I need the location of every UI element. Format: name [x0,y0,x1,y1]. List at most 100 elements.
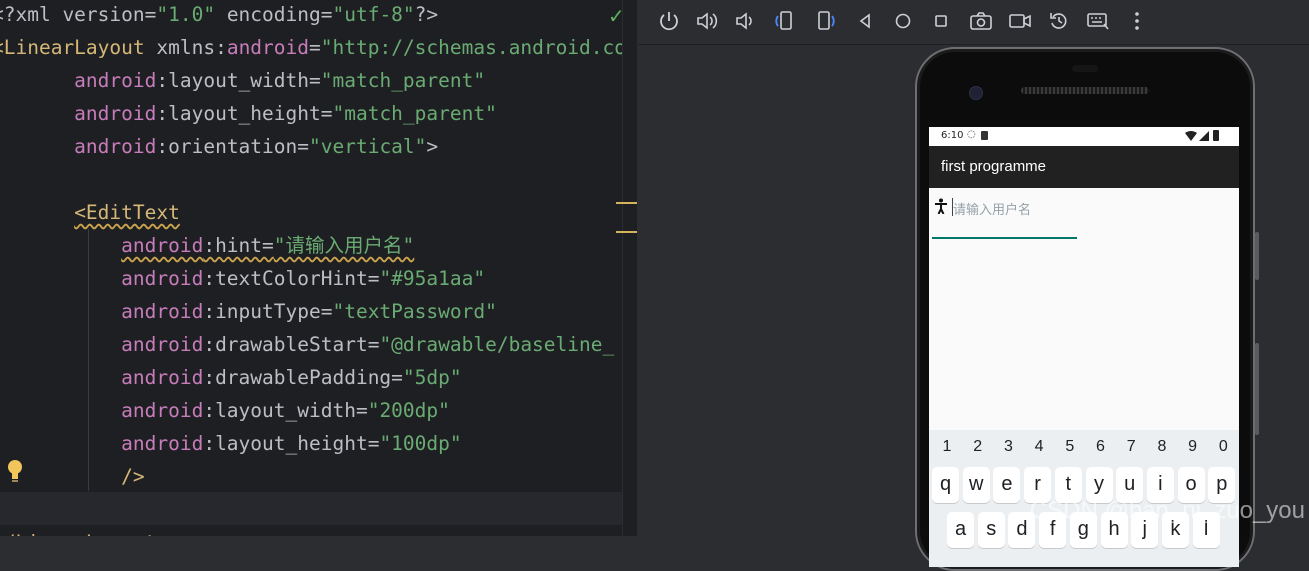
code-token: android [0,69,157,92]
emulator-toolbar [638,0,1309,45]
code-token: xmlns: [156,36,227,59]
key-q[interactable]: q [932,467,959,503]
code-token: :drawableStart= [203,333,380,356]
key-4[interactable]: 4 [1024,438,1054,456]
code-token: </LinearLayout> [0,531,168,536]
code-line[interactable]: android:textColorHint="#95a1aa" [0,262,485,295]
username-input[interactable]: 请输入用户名 [953,199,1031,218]
key-2[interactable]: 2 [963,438,993,456]
code-line[interactable]: android:drawablePadding="5dp" [0,361,462,394]
code-token: android [0,399,204,422]
rotate-right-icon[interactable] [812,8,838,34]
power-side-button[interactable] [1255,343,1259,435]
device-frame: 6:10 ◌ first programme 请输入用户名 1 2 3 4 5 … [915,47,1259,571]
code-token: android [0,135,157,158]
rotate-left-icon[interactable] [772,8,798,34]
volume-up-icon[interactable] [694,8,720,34]
editor-scrollbar[interactable] [622,0,637,536]
key-a[interactable]: a [947,512,974,548]
code-line[interactable]: <LinearLayout xmlns:android="http://sche… [0,31,637,64]
code-token: android [121,234,204,257]
code-token: android [0,234,203,257]
code-token: :layout_height= [156,102,333,125]
code-token: = [309,36,321,59]
code-token: :orientation= [156,135,309,158]
accessibility-person-icon [934,198,948,218]
running-devices-panel: 6:10 ◌ first programme 请输入用户名 1 2 3 4 5 … [638,0,1309,571]
shield-icon: ◌ [967,129,976,140]
code-line[interactable]: android:drawableStart="@drawable/baselin… [0,328,614,361]
warning-marker[interactable] [616,231,637,233]
code-token: "#95a1aa" [379,267,486,290]
battery-icon [1213,130,1219,141]
code-token: "vertical" [309,135,427,158]
watermark: CSDN @ban_ni_zuo_you [1029,497,1305,524]
code-line[interactable]: android:orientation="vertical"> [0,130,438,163]
code-line[interactable]: android:layout_height="match_parent" [0,97,497,130]
code-line[interactable]: android:inputType="textPassword" [0,295,497,328]
code-line[interactable]: </LinearLayout> [0,526,168,536]
key-5[interactable]: 5 [1055,438,1085,456]
lightbulb-icon[interactable] [7,459,23,487]
volume-side-button[interactable] [1255,232,1259,280]
key-w[interactable]: w [962,467,990,503]
key-3[interactable]: 3 [993,438,1023,456]
app-title: first programme [941,158,1047,175]
code-token: <EditText [74,201,180,224]
code-line[interactable]: android:layout_width="200dp" [0,394,450,427]
key-0[interactable]: 0 [1208,438,1238,456]
screen-record-icon[interactable] [1007,8,1033,34]
more-icon[interactable] [1124,8,1150,34]
key-6[interactable]: 6 [1086,438,1116,456]
status-bar: 6:10 ◌ [929,127,1239,146]
power-icon[interactable] [656,8,682,34]
screenshot-icon[interactable] [968,8,994,34]
code-token: "100dp" [379,432,462,455]
code-line[interactable]: <EditText [0,196,180,229]
key-8[interactable]: 8 [1147,438,1177,456]
code-token: <LinearLayout [0,36,157,59]
code-token: android [226,36,310,59]
volume-down-icon[interactable] [732,8,758,34]
front-camera [969,86,983,100]
code-token: android [0,366,204,389]
overview-icon[interactable] [928,8,954,34]
keyboard-icon[interactable] [1085,8,1111,34]
code-token: :textColorHint= [203,267,380,290]
code-token: "5dp" [402,366,462,389]
code-token: :hint= [203,234,274,257]
warning-marker[interactable] [616,202,637,204]
code-line[interactable]: android:layout_width="match_parent" [0,64,485,97]
code-token: android [0,102,157,125]
sd-card-icon [981,131,988,140]
back-icon[interactable] [852,8,878,34]
code-token: "请输入用户名" [273,234,415,257]
current-line-highlight [0,492,623,525]
code-line[interactable]: android:layout_height="100dp" [0,427,462,460]
code-token: "200dp" [367,399,450,422]
code-token: "match_parent" [332,102,497,125]
code-token: ?> [414,3,439,26]
key-9[interactable]: 9 [1178,438,1208,456]
code-token: "请输入用户名" [274,234,414,257]
code-line[interactable]: android:hint="请输入用户名" [0,229,414,262]
code-token: "match_parent" [320,69,486,92]
code-line[interactable]: <?xml version="1.0" encoding="utf-8"?> [0,0,438,31]
code-token: :layout_width= [203,399,368,422]
code-editor[interactable]: <?xml version="1.0" encoding="utf-8"?> <L… [0,0,637,536]
reset-icon[interactable] [1046,8,1072,34]
code-token: "1.0" [156,3,216,26]
key-1[interactable]: 1 [932,438,962,456]
code-token: > [426,135,439,158]
key-7[interactable]: 7 [1116,438,1146,456]
home-icon[interactable] [890,8,916,34]
wifi-icon [1185,131,1197,144]
key-e[interactable]: e [993,467,1021,503]
key-s[interactable]: s [977,512,1005,548]
input-underline [932,237,1077,239]
speaker-grille [1021,87,1149,94]
code-token: android [0,432,204,455]
code-token: <EditText [0,201,180,224]
code-token: <?xml version= [0,3,157,26]
code-token: "textPassword" [332,300,497,323]
